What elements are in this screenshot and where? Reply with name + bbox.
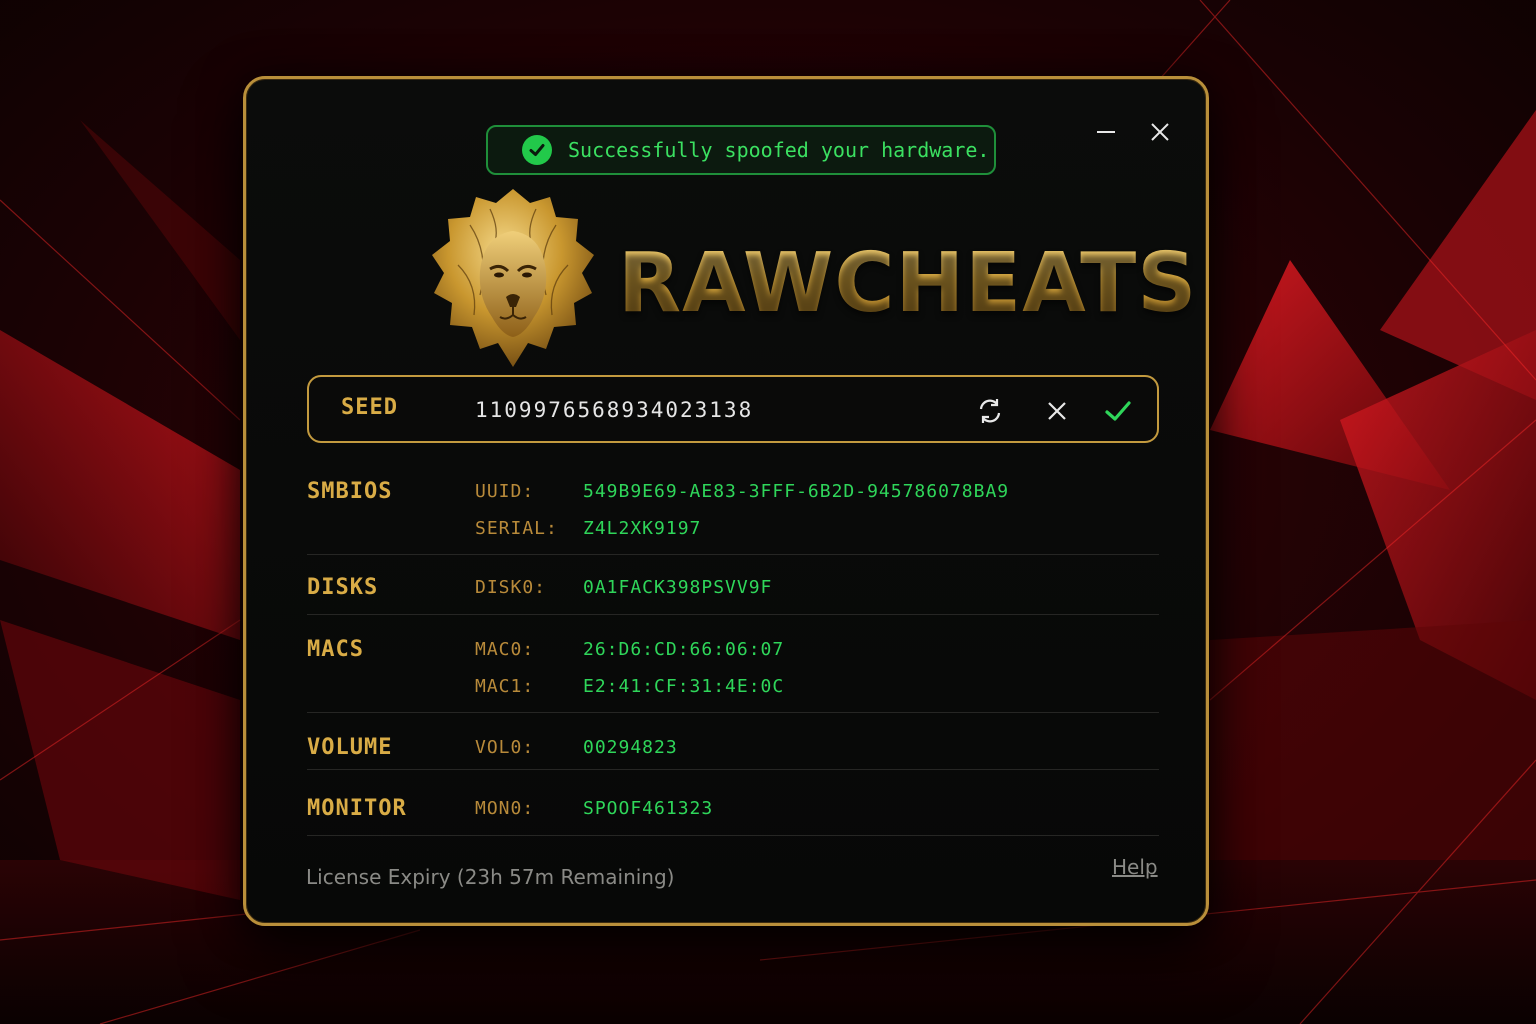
hw-row-vol0: VOL0: 00294823 bbox=[475, 737, 678, 758]
section-title: MONITOR bbox=[307, 796, 407, 821]
check-icon bbox=[1105, 401, 1131, 421]
hw-key: MON0: bbox=[475, 798, 535, 819]
hw-value: 549B9E69-AE83-3FFF-6B2D-945786078BA9 bbox=[583, 481, 1010, 502]
lion-logo bbox=[432, 189, 594, 367]
license-expiry: License Expiry (23h 57m Remaining) bbox=[306, 865, 675, 889]
hw-key: VOL0: bbox=[475, 737, 535, 758]
close-icon bbox=[1151, 123, 1169, 141]
hw-row-serial: SERIAL: Z4L2XK9197 bbox=[475, 518, 701, 539]
hw-value: 00294823 bbox=[583, 737, 678, 758]
hw-value: E2:41:CF:31:4E:0C bbox=[583, 676, 785, 697]
hw-row-uuid: UUID: 549B9E69-AE83-3FFF-6B2D-945786078B… bbox=[475, 481, 1009, 502]
seed-input[interactable] bbox=[473, 391, 937, 429]
hw-row-mac0: MAC0: 26:D6:CD:66:06:07 bbox=[475, 639, 784, 660]
help-link[interactable]: Help bbox=[1112, 855, 1158, 879]
toast-message: Successfully spoofed your hardware. bbox=[568, 138, 990, 162]
section-monitor: MONITOR MON0: SPOOF461323 bbox=[307, 770, 1159, 836]
section-title: VOLUME bbox=[307, 735, 393, 760]
seed-label: SEED bbox=[341, 395, 398, 420]
hw-value: 26:D6:CD:66:06:07 bbox=[583, 639, 785, 660]
success-toast: Successfully spoofed your hardware. bbox=[486, 125, 996, 175]
hw-value: Z4L2XK9197 bbox=[583, 518, 702, 539]
apply-seed-button[interactable] bbox=[1101, 394, 1135, 428]
hw-key: MAC1: bbox=[475, 676, 535, 697]
hw-key: DISK0: bbox=[475, 577, 547, 598]
regenerate-seed-button[interactable] bbox=[973, 394, 1007, 428]
hw-row-mac1: MAC1: E2:41:CF:31:4E:0C bbox=[475, 676, 784, 697]
section-macs: MACS MAC0: 26:D6:CD:66:06:07 MAC1: E2:41… bbox=[307, 615, 1159, 713]
clear-seed-button[interactable] bbox=[1040, 394, 1074, 428]
spoofer-window: Successfully spoofed your hardware. RAWC… bbox=[243, 76, 1209, 926]
hw-value: SPOOF461323 bbox=[583, 798, 714, 819]
hw-key: SERIAL: bbox=[475, 518, 558, 539]
hw-value: 0A1FACK398PSVV9F bbox=[583, 577, 773, 598]
minimize-button[interactable] bbox=[1091, 117, 1121, 147]
section-disks: DISKS DISK0: 0A1FACK398PSVV9F bbox=[307, 555, 1159, 615]
hw-key: MAC0: bbox=[475, 639, 535, 660]
section-title: MACS bbox=[307, 637, 364, 662]
section-title: DISKS bbox=[307, 575, 379, 600]
clear-icon bbox=[1048, 402, 1066, 420]
brand-name: RAWCHEATS bbox=[618, 236, 1198, 331]
hardware-list: SMBIOS UUID: 549B9E69-AE83-3FFF-6B2D-945… bbox=[307, 465, 1159, 836]
close-button[interactable] bbox=[1145, 117, 1175, 147]
seed-bar: SEED bbox=[307, 375, 1159, 443]
section-smbios: SMBIOS UUID: 549B9E69-AE83-3FFF-6B2D-945… bbox=[307, 465, 1159, 555]
section-title: SMBIOS bbox=[307, 479, 393, 504]
hw-row-disk0: DISK0: 0A1FACK398PSVV9F bbox=[475, 577, 772, 598]
section-volume: VOLUME VOL0: 00294823 bbox=[307, 713, 1159, 770]
hw-row-mon0: MON0: SPOOF461323 bbox=[475, 798, 713, 819]
minimize-icon bbox=[1097, 131, 1115, 133]
check-circle-icon bbox=[522, 135, 552, 165]
hw-key: UUID: bbox=[475, 481, 535, 502]
refresh-icon bbox=[979, 399, 1001, 423]
